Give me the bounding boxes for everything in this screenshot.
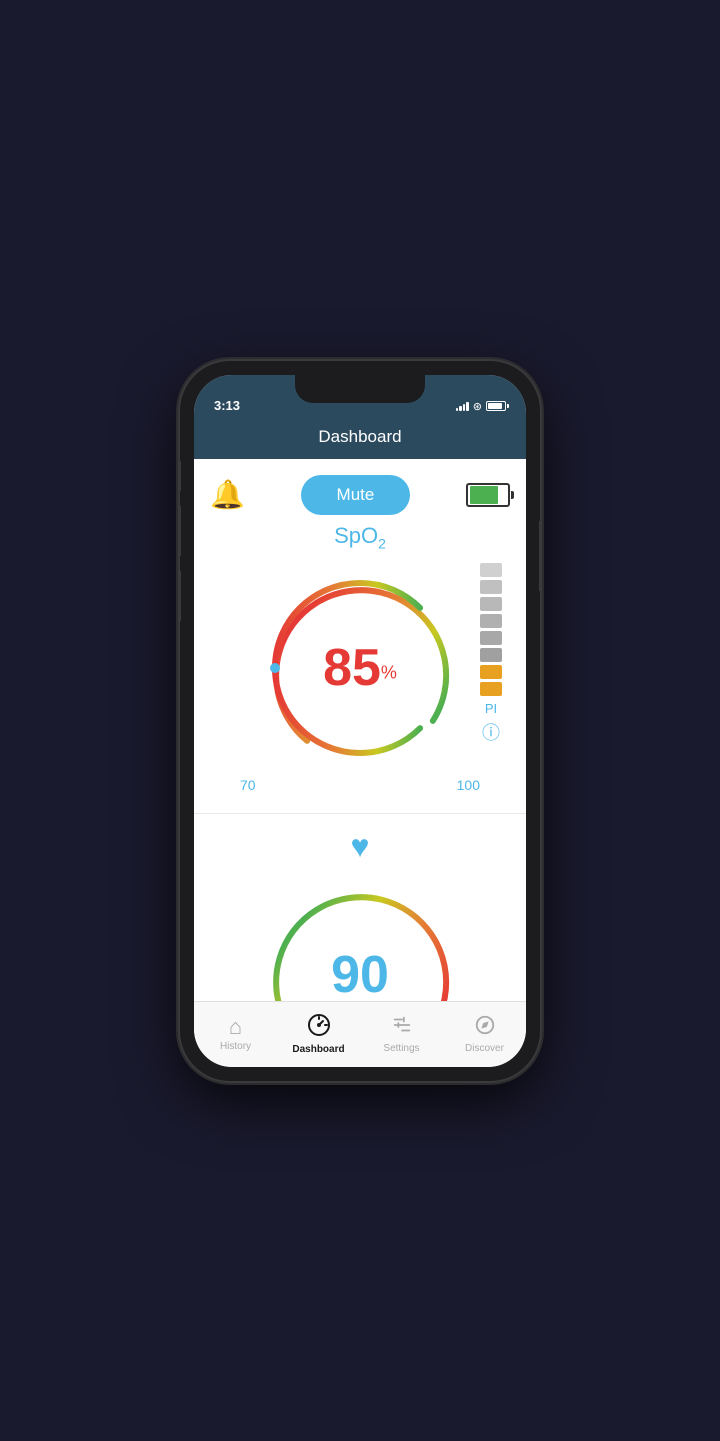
pi-label: PI	[485, 701, 497, 716]
tab-history[interactable]: ⌂ History	[194, 1002, 277, 1067]
spo2-section: 🔔 Mute SpO2	[194, 459, 526, 814]
wifi-icon: ⊛	[473, 400, 482, 413]
bell-icon: 🔔	[210, 481, 245, 509]
tab-history-label: History	[220, 1041, 251, 1052]
tab-discover[interactable]: Discover	[443, 1002, 526, 1067]
settings-icon	[391, 1014, 413, 1040]
pi-bar-6	[480, 648, 502, 662]
history-icon: ⌂	[229, 1016, 242, 1038]
pi-bar-1	[480, 563, 502, 577]
pi-info-button[interactable]: ⓘ	[482, 719, 500, 745]
tab-dashboard[interactable]: Dashboard	[277, 1002, 360, 1067]
spo2-label: SpO2	[210, 523, 510, 551]
status-time: 3:13	[214, 398, 240, 413]
hr-value: 90	[331, 949, 389, 1001]
spo2-value: 85%	[323, 642, 397, 694]
tab-settings[interactable]: Settings	[360, 1002, 443, 1067]
spo2-gauge-container: 85% PI ⓘ	[210, 563, 510, 773]
hr-number: 90	[331, 946, 389, 1001]
home-indicator	[310, 1071, 410, 1075]
mute-button[interactable]: Mute	[301, 475, 411, 515]
tab-dashboard-label: Dashboard	[292, 1044, 344, 1055]
pi-bar-4	[480, 614, 502, 628]
tab-settings-label: Settings	[383, 1043, 419, 1054]
pi-sidebar: PI ⓘ	[480, 563, 502, 745]
battery-icon	[486, 401, 506, 411]
spo2-max-label: 100	[457, 777, 480, 793]
discover-icon	[474, 1014, 496, 1040]
spo2-number: 85	[323, 639, 381, 697]
dashboard-icon	[307, 1013, 331, 1041]
hr-header: ♥	[210, 830, 510, 862]
pi-bar-8	[480, 682, 502, 696]
hr-gauge-container: 90	[210, 870, 510, 1001]
status-icons: ⊛	[456, 400, 506, 413]
pi-bar-5	[480, 631, 502, 645]
pi-bar-7	[480, 665, 502, 679]
main-content: 🔔 Mute SpO2	[194, 459, 526, 1001]
device-battery-icon	[466, 483, 510, 507]
hr-section: ♥	[194, 814, 526, 1001]
nav-header: Dashboard	[194, 419, 526, 459]
page-title: Dashboard	[318, 427, 401, 446]
pi-bar-3	[480, 597, 502, 611]
spo2-gauge-labels: 70 100	[210, 777, 510, 793]
signal-icon	[456, 401, 469, 411]
spo2-header: 🔔 Mute	[210, 475, 510, 515]
spo2-unit: %	[381, 663, 397, 683]
pi-bar-2	[480, 580, 502, 594]
tab-discover-label: Discover	[465, 1043, 504, 1054]
tab-bar: ⌂ History Dashboard	[194, 1001, 526, 1067]
spo2-min-label: 70	[240, 777, 256, 793]
hr-gauge: 90	[255, 870, 465, 1001]
heart-icon: ♥	[351, 828, 370, 864]
spo2-gauge: 85%	[255, 563, 465, 773]
